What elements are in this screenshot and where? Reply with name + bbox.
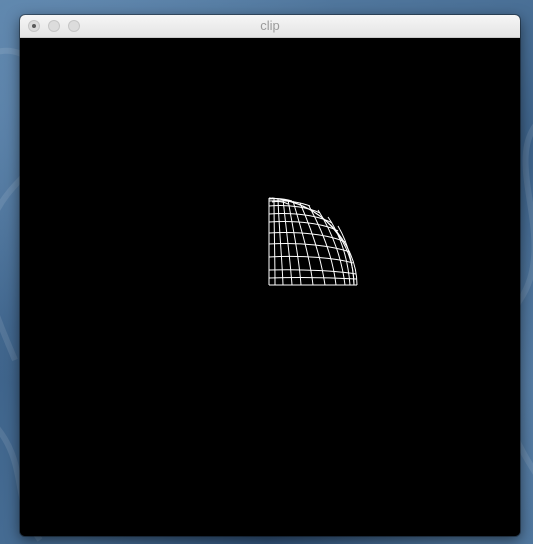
window-titlebar[interactable]: clip <box>20 15 520 38</box>
clipped-sphere-wireframe <box>268 197 358 286</box>
gl-canvas[interactable] <box>20 38 520 536</box>
app-window: clip <box>20 15 520 536</box>
window-title: clip <box>260 18 280 33</box>
